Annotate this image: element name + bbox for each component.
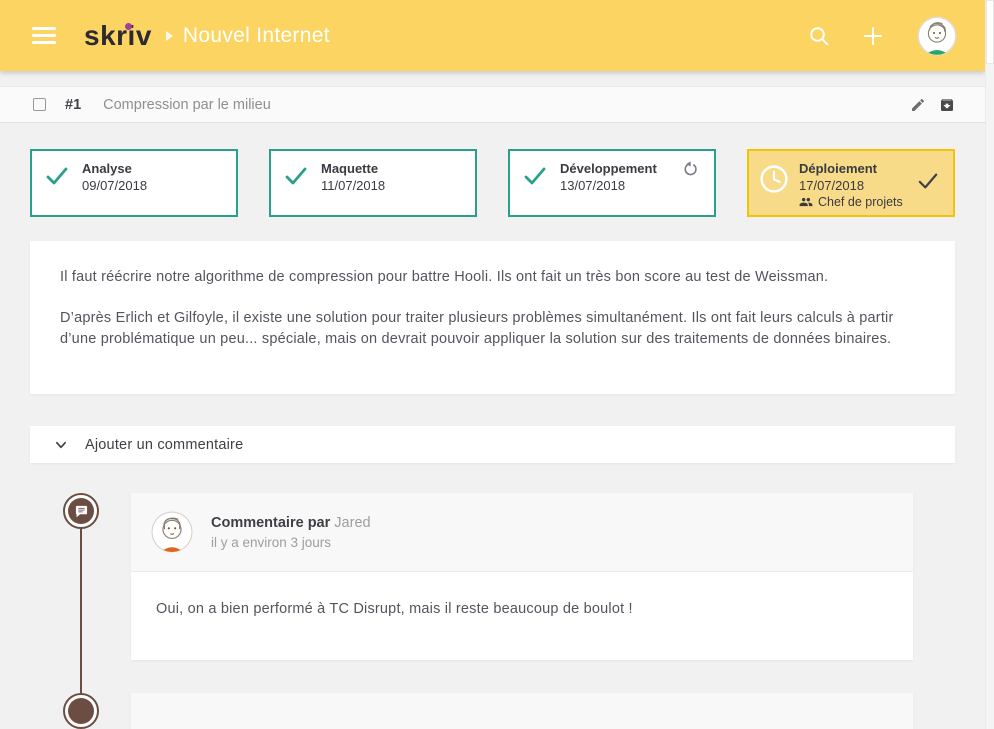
add-comment-label: Ajouter un commentaire (85, 437, 243, 453)
check-icon (284, 165, 308, 187)
task-description: Il faut réécrire notre algorithme de com… (30, 241, 955, 394)
task-checkbox[interactable] (33, 98, 46, 111)
breadcrumb[interactable]: Nouvel Internet (183, 24, 330, 48)
stage-date: 17/07/2018 (799, 177, 903, 194)
breadcrumb-arrow-icon (166, 31, 173, 41)
team-icon (799, 195, 813, 209)
search-icon[interactable] (807, 24, 831, 48)
stage-name: Analyse (82, 160, 147, 177)
comment-title-prefix: Commentaire par (211, 515, 330, 531)
app-header: skriv Nouvel Internet (0, 0, 985, 71)
stage-card-developpement[interactable]: Développement 13/07/2018 (508, 149, 716, 217)
stage-card-maquette[interactable]: Maquette 11/07/2018 (269, 149, 477, 217)
comment-header (131, 693, 913, 729)
check-icon[interactable] (917, 171, 939, 191)
task-bar: #1 Compression par le milieu (0, 86, 985, 123)
chevron-down-icon (55, 440, 67, 450)
stage-role-label: Chef de projets (818, 194, 903, 210)
check-icon (523, 165, 547, 187)
timeline-line (80, 511, 82, 709)
comment-card: Commentaire par Jared il y a environ 3 j… (131, 493, 913, 660)
comment-header: Commentaire par Jared il y a environ 3 j… (131, 493, 913, 572)
stage-name: Maquette (321, 160, 385, 177)
stage-date: 09/07/2018 (82, 177, 147, 194)
clock-icon (759, 164, 789, 194)
page: skriv Nouvel Internet (0, 0, 985, 729)
timeline-node (63, 693, 99, 729)
edit-icon[interactable] (910, 97, 926, 113)
add-comment-toggle[interactable]: Ajouter un commentaire (30, 426, 955, 463)
task-id: #1 (65, 97, 81, 113)
stage-name: Développement (560, 160, 657, 177)
stage-card-deploiement[interactable]: Déploiement 17/07/2018 Chef de projets (747, 149, 955, 217)
refresh-icon[interactable] (683, 161, 699, 177)
comment-author: Jared (334, 515, 370, 531)
stage-name: Déploiement (799, 160, 903, 177)
commenter-avatar (151, 511, 193, 553)
menu-icon[interactable] (32, 23, 56, 49)
user-avatar[interactable] (917, 16, 957, 56)
scrollbar[interactable] (985, 0, 994, 729)
comment-card (131, 693, 913, 729)
app-logo[interactable]: skriv (84, 22, 152, 50)
comment-title: Commentaire par Jared (211, 515, 371, 531)
stage-card-analyse[interactable]: Analyse 09/07/2018 (30, 149, 238, 217)
check-icon (45, 165, 69, 187)
timeline-node (63, 493, 99, 529)
logo-dot-icon (125, 23, 132, 30)
description-paragraph: D’après Erlich et Gilfoyle, il existe un… (60, 308, 923, 350)
stage-date: 11/07/2018 (321, 177, 385, 194)
archive-icon[interactable] (939, 97, 955, 113)
stages-row: Analyse 09/07/2018 Maquette 11/07/2018 (30, 149, 955, 217)
task-title: Compression par le milieu (103, 97, 271, 113)
scrollbar-thumb[interactable] (986, 0, 994, 64)
comment-timestamp: il y a environ 3 jours (211, 535, 371, 550)
add-icon[interactable] (861, 24, 885, 48)
comment-timeline: Commentaire par Jared il y a environ 3 j… (0, 463, 985, 709)
app-logo-text: skriv (84, 20, 152, 51)
stage-date: 13/07/2018 (560, 177, 657, 194)
comment-body: Oui, on a bien performé à TC Disrupt, ma… (131, 572, 913, 660)
description-paragraph: Il faut réécrire notre algorithme de com… (60, 267, 923, 288)
comment-bubble-icon (75, 505, 88, 518)
